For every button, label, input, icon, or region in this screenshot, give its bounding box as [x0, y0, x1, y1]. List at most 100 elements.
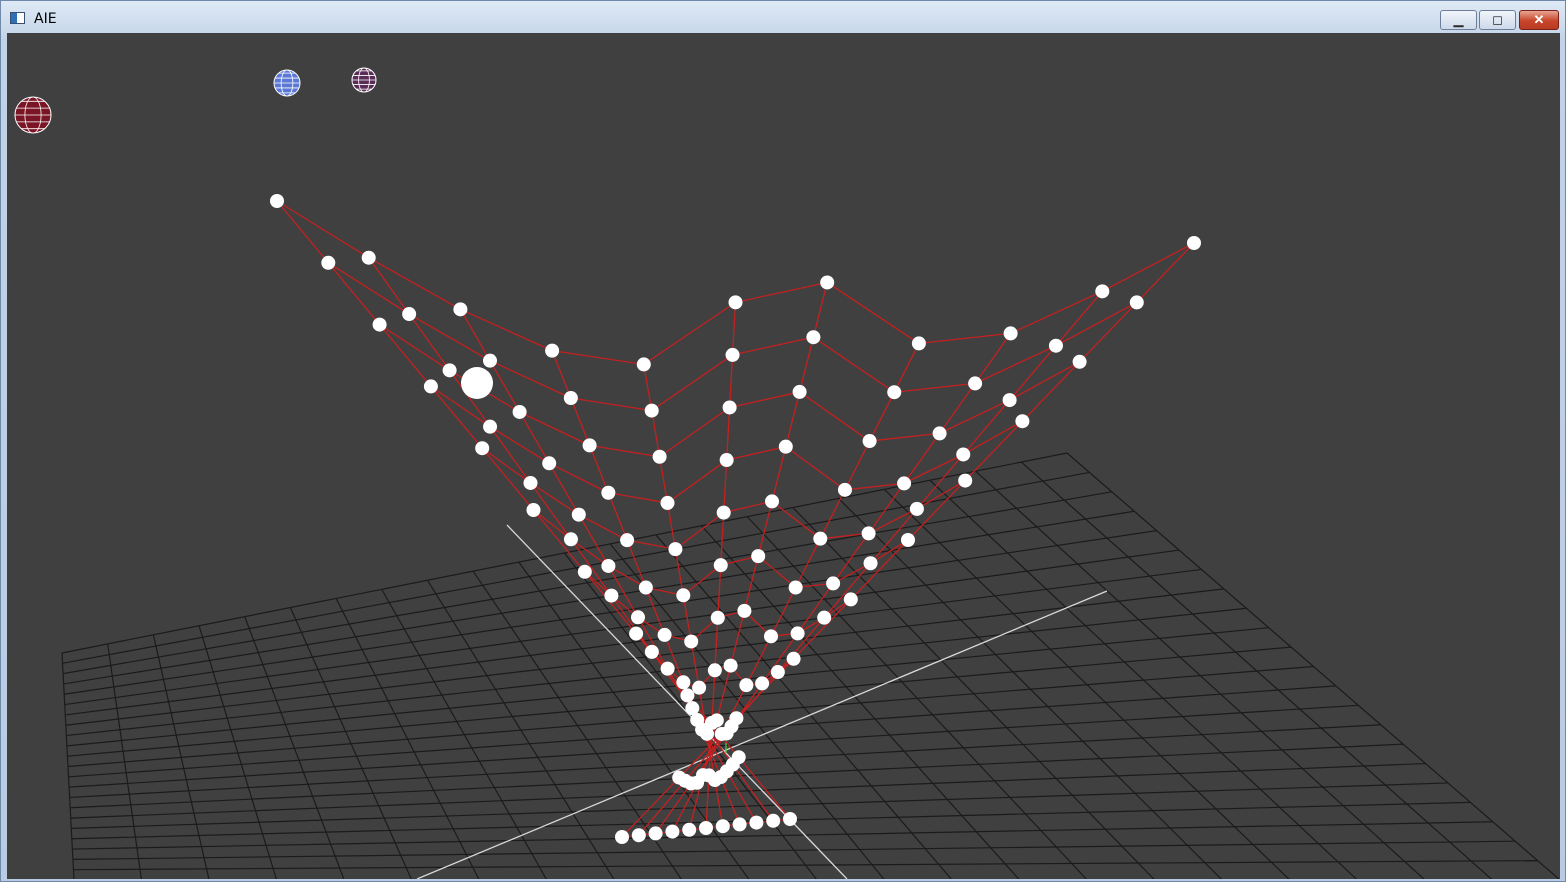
spring-line	[667, 459, 728, 504]
spring-line	[916, 480, 966, 510]
cloth-particle	[732, 817, 747, 832]
window-title: AIE	[34, 11, 57, 27]
cloth-particle	[765, 494, 779, 509]
cloth-particle	[826, 576, 841, 591]
cloth-particle	[755, 676, 770, 691]
cloth-particle	[806, 330, 821, 345]
spring-line	[797, 583, 834, 634]
cloth-particle	[909, 501, 924, 516]
spring-line	[570, 397, 652, 412]
close-button[interactable]: ✕	[1519, 10, 1559, 30]
spring-line	[962, 399, 1011, 455]
cloth-particle	[723, 658, 738, 673]
spring-line	[368, 257, 410, 315]
cloth-particle	[668, 542, 683, 557]
cloth-particle	[523, 475, 538, 490]
spring-line	[962, 420, 1023, 456]
spring-line	[1009, 361, 1080, 401]
spring-line	[731, 302, 737, 355]
cloth-particle	[778, 439, 793, 454]
cloth-particle	[709, 713, 724, 728]
cloth-particle	[722, 400, 737, 415]
cloth-particle	[453, 302, 468, 317]
cloth-particle	[1095, 284, 1110, 299]
spring-line	[771, 446, 787, 502]
spring-line	[1055, 290, 1103, 347]
grid-line	[883, 488, 1290, 879]
cloth-particle	[716, 505, 731, 520]
cloth-particle	[660, 661, 675, 676]
spring-line	[757, 501, 773, 557]
spring-line	[651, 410, 661, 457]
cloth-particle	[728, 295, 743, 310]
cloth-particle	[660, 495, 675, 510]
spring-line	[714, 617, 719, 671]
minimize-button[interactable]: ▁	[1440, 10, 1477, 30]
maximize-button[interactable]: ◻	[1479, 10, 1516, 30]
cloth-particle	[911, 336, 926, 351]
spring-line	[1055, 301, 1138, 347]
cloth-particle	[1003, 326, 1018, 341]
spring-line	[1009, 345, 1057, 401]
3d-scene	[14, 67, 1560, 879]
cloth-particle	[710, 610, 725, 625]
spring-line	[974, 345, 1057, 384]
cloth-particle	[1048, 338, 1063, 353]
spring-line	[720, 776, 741, 825]
spring-line	[368, 257, 461, 310]
render-viewport[interactable]	[7, 33, 1560, 879]
cloth-particle	[629, 626, 644, 641]
cloth-particle	[672, 770, 687, 785]
spring-line	[723, 500, 773, 514]
spring-line	[1136, 242, 1195, 303]
spring-line	[408, 313, 491, 362]
cloth-particle	[932, 426, 947, 441]
cloth-particle	[956, 447, 971, 462]
cloth-particle	[676, 588, 691, 603]
spring-line	[785, 391, 801, 447]
spring-line	[705, 775, 710, 829]
cloth-particle	[786, 651, 801, 666]
cloth-particle	[512, 404, 527, 419]
cloth-particle	[749, 815, 764, 830]
spring-line	[675, 512, 725, 550]
spring-line	[327, 262, 381, 326]
spring-line	[869, 432, 940, 442]
spring-line	[1010, 290, 1103, 334]
ground-grid	[61, 452, 1560, 879]
spring-line	[626, 539, 676, 550]
cloth-particle	[483, 353, 497, 368]
title-bar[interactable]: AIE ▁ ◻ ✕	[1, 1, 1565, 33]
cloth-particle	[680, 688, 695, 703]
cloth-particle	[648, 826, 663, 841]
spring-line	[1021, 361, 1081, 422]
grid-line	[73, 859, 1538, 871]
spring-line	[1101, 242, 1195, 292]
cloth-particle	[862, 434, 877, 449]
cloth-particle	[545, 343, 560, 358]
spring-line	[589, 444, 660, 458]
cloth-particle	[737, 603, 752, 618]
cloth-particle	[631, 828, 646, 843]
cloth-particle	[636, 357, 651, 372]
spring-line	[894, 382, 976, 393]
grid-line	[72, 840, 1516, 860]
cloth-particle	[715, 819, 730, 834]
spring-line	[651, 354, 733, 412]
spring-line	[459, 308, 491, 361]
cloth-particle	[725, 347, 740, 362]
cloth-particle	[644, 644, 659, 659]
grid-line	[838, 498, 1223, 879]
spring-line	[552, 349, 644, 366]
spring-line	[682, 564, 722, 596]
spring-line	[1079, 301, 1138, 363]
spring-line	[819, 489, 846, 539]
spring-line	[666, 502, 677, 550]
spring-line	[626, 539, 647, 588]
cloth-particle	[788, 580, 803, 595]
cloth-particle	[270, 194, 284, 208]
grid-line	[1066, 452, 1560, 879]
application-window: AIE ▁ ◻ ✕	[0, 0, 1566, 882]
spring-line	[757, 555, 797, 588]
spring-line	[726, 446, 786, 461]
